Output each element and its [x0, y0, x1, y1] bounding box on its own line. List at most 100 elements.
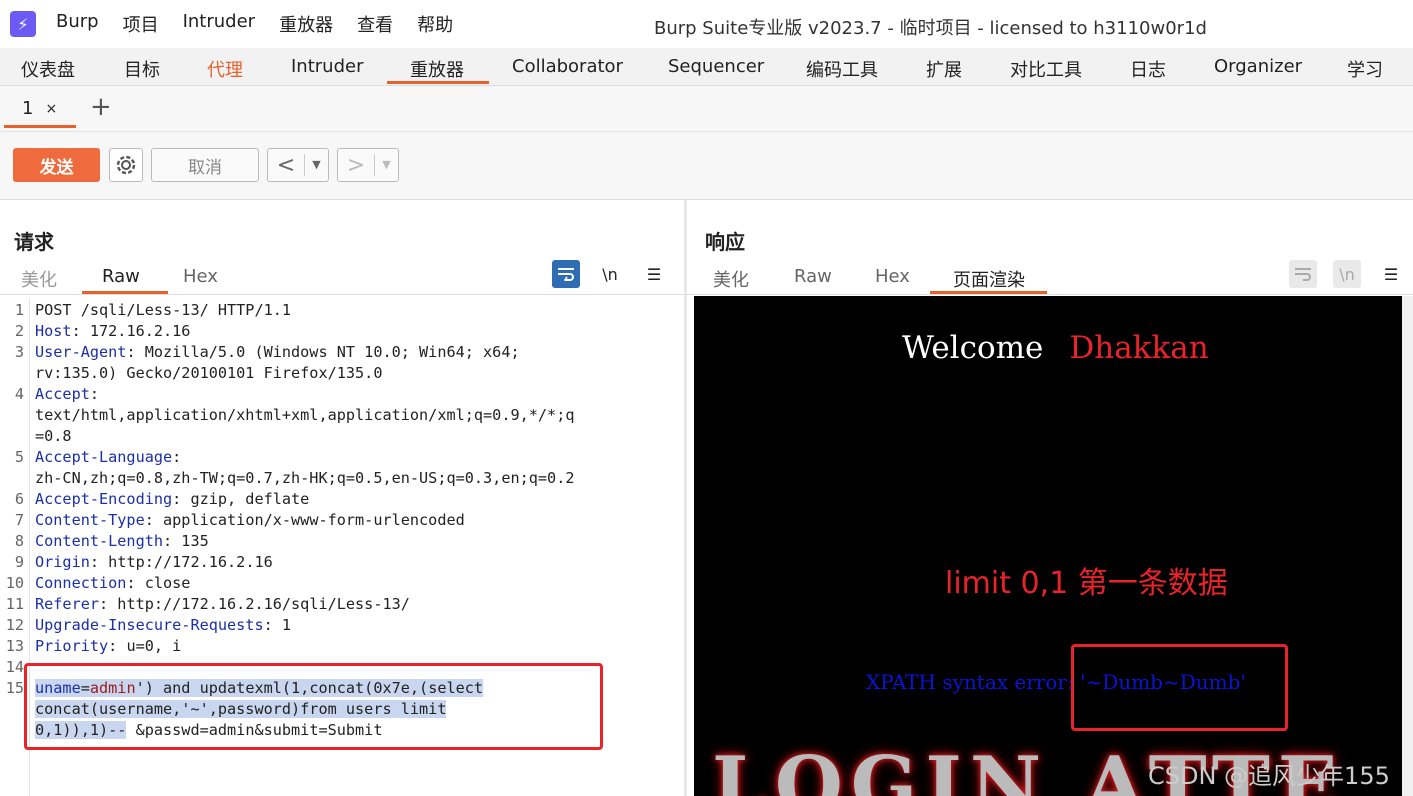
line-number: 13	[5, 637, 24, 655]
code-line: Origin: http://172.16.2.16	[35, 552, 273, 573]
nav-dashboard[interactable]: 仪表盘	[21, 56, 75, 82]
code-line: =0.8	[35, 426, 72, 447]
newline-toggle-button[interactable]: \n	[596, 260, 624, 288]
nav-sequencer[interactable]: Sequencer	[668, 56, 764, 77]
line-number: 6	[14, 490, 24, 508]
subtab-pretty[interactable]: 美化	[713, 266, 749, 292]
rendered-page: Welcome Dhakkan limit 0,1 第一条数据 XPATH syn…	[694, 296, 1402, 796]
line-number: 10	[5, 574, 24, 592]
line-number: 15	[5, 679, 24, 697]
menu-icon[interactable]: ☰	[1377, 260, 1405, 288]
code-token: : Mozilla/5.0 (Windows NT 10.0; Win64; x…	[126, 343, 520, 361]
nav-collaborator[interactable]: Collaborator	[512, 56, 623, 77]
nav-comparer[interactable]: 对比工具	[1010, 56, 1082, 82]
watermark: CSDN @追风少年155	[1148, 762, 1390, 790]
code-line: Accept-Encoding: gzip, deflate	[35, 489, 309, 510]
code-token: Priority	[35, 637, 109, 655]
tab-label: 1	[22, 98, 34, 119]
code-token: Accept-Language	[35, 448, 173, 466]
line-number: 2	[14, 322, 24, 340]
line-number: 9	[14, 553, 24, 571]
code-line: Priority: u=0, i	[35, 636, 181, 657]
request-title: 请求	[14, 230, 54, 254]
wrap-icon	[1295, 268, 1311, 281]
nav-extensions[interactable]: 扩展	[926, 56, 962, 82]
menu-repeater[interactable]: 重放器	[279, 11, 333, 37]
line-number: 8	[14, 532, 24, 550]
wrap-lines-button[interactable]	[1289, 260, 1317, 288]
subtab-pretty[interactable]: 美化	[21, 266, 57, 292]
code-token: text/html,application/xhtml+xml,applicat…	[35, 406, 575, 424]
repeater-toolbar: 发送 取消 < ▼ > ▼	[0, 132, 1413, 200]
line-number: 1	[14, 301, 24, 319]
code-line: User-Agent: Mozilla/5.0 (Windows NT 10.0…	[35, 342, 520, 363]
nav-proxy[interactable]: 代理	[207, 56, 243, 82]
nav-learn[interactable]: 学习	[1347, 56, 1383, 82]
line-number: 3	[14, 343, 24, 361]
dropdown-arrow-icon[interactable]: ▼	[304, 154, 328, 176]
code-token: Content-Type	[35, 511, 145, 529]
nav-logger[interactable]: 日志	[1130, 56, 1166, 82]
newline-toggle-button[interactable]: \n	[1333, 260, 1361, 288]
code-token: : u=0, i	[108, 637, 182, 655]
line-number: 12	[5, 616, 24, 634]
welcome-text: Welcome Dhakkan	[902, 330, 1209, 366]
wrap-icon	[558, 268, 574, 281]
nav-repeater[interactable]: 重放器	[410, 56, 464, 82]
code-token: rv:135.0) Gecko/20100101 Firefox/135.0	[35, 364, 383, 382]
code-token: : http://172.16.2.16/sqli/Less-13/	[99, 595, 410, 613]
menu-intruder[interactable]: Intruder	[183, 11, 255, 37]
send-button[interactable]: 发送	[13, 148, 100, 182]
code-line: rv:135.0) Gecko/20100101 Firefox/135.0	[35, 363, 382, 384]
code-token: : gzip, deflate	[172, 490, 310, 508]
code-token: =0.8	[35, 427, 72, 445]
subtab-raw[interactable]: Raw	[102, 266, 140, 287]
code-token: Host	[35, 322, 72, 340]
wrap-lines-button[interactable]	[552, 260, 580, 288]
code-line: zh-CN,zh;q=0.8,zh-TW;q=0.7,zh-HK;q=0.5,e…	[35, 468, 574, 489]
menu-project[interactable]: 项目	[123, 11, 159, 37]
code-line: text/html,application/xhtml+xml,applicat…	[35, 405, 574, 426]
title-bar: ⚡ Burp 项目 Intruder 重放器 查看 帮助 Burp Suite专…	[0, 0, 1413, 48]
code-token: Accept-Encoding	[35, 490, 173, 508]
code-token: :	[89, 385, 100, 403]
window-title: Burp Suite专业版 v2023.7 - 临时项目 - licensed …	[654, 18, 1207, 39]
line-number: 5	[14, 448, 24, 466]
code-token: : close	[126, 574, 191, 592]
menu-view[interactable]: 查看	[357, 11, 393, 37]
welcome-name: Dhakkan	[1069, 330, 1209, 366]
nav-organizer[interactable]: Organizer	[1214, 56, 1302, 77]
add-tab-button[interactable]: +	[90, 92, 112, 122]
menu-help[interactable]: 帮助	[417, 11, 453, 37]
subtab-hex[interactable]: Hex	[875, 266, 910, 287]
line-number: 11	[5, 595, 24, 613]
nav-decoder[interactable]: 编码工具	[806, 56, 878, 82]
repeater-tab-1[interactable]: 1 ×	[4, 92, 76, 128]
close-tab-icon[interactable]: ×	[45, 101, 57, 117]
menu-burp[interactable]: Burp	[56, 11, 99, 37]
settings-button[interactable]	[109, 148, 143, 182]
code-line: Upgrade-Insecure-Requests: 1	[35, 615, 291, 636]
subtab-hex[interactable]: Hex	[183, 266, 218, 287]
dropdown-arrow-icon[interactable]: ▼	[374, 154, 398, 176]
code-token: :	[172, 448, 182, 466]
code-token: Connection	[35, 574, 127, 592]
subtab-render[interactable]: 页面渲染	[953, 266, 1025, 292]
nav-target[interactable]: 目标	[124, 56, 160, 82]
code-token: : 135	[163, 532, 209, 550]
nav-intruder[interactable]: Intruder	[291, 56, 363, 77]
forward-button[interactable]: > ▼	[337, 148, 399, 182]
back-button[interactable]: < ▼	[267, 148, 329, 182]
highlight-box	[24, 663, 603, 750]
code-token: Origin	[35, 553, 90, 571]
cancel-button[interactable]: 取消	[151, 148, 259, 182]
code-token: Referer	[35, 595, 100, 613]
code-token: Accept	[35, 385, 90, 403]
menu-icon[interactable]: ☰	[640, 260, 668, 288]
code-token: : application/x-www-form-urlencoded	[144, 511, 465, 529]
subtab-raw[interactable]: Raw	[794, 266, 832, 287]
request-panel: 请求 美化 Raw Hex \n ☰ 1 2 3 4 5 6 7 8 9 10 11 12 13 14 15…	[0, 200, 684, 796]
divider	[687, 294, 1413, 295]
gear-icon	[116, 155, 136, 175]
scrollbar[interactable]	[1402, 296, 1413, 796]
